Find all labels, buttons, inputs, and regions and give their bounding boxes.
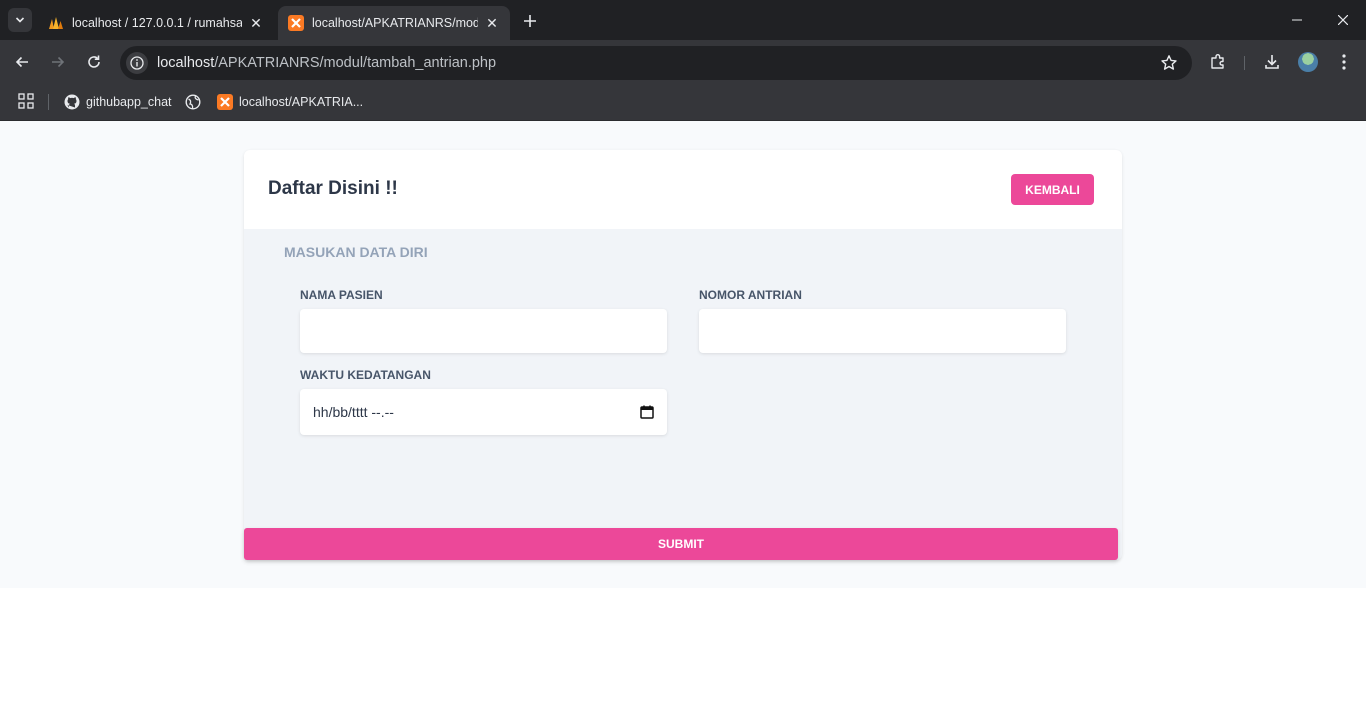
address-bar[interactable]: localhost/APKATRIANRS/modul/tambah_antri… bbox=[120, 46, 1192, 80]
back-button[interactable] bbox=[10, 50, 34, 74]
plus-icon bbox=[524, 15, 536, 27]
phpmyadmin-icon bbox=[48, 15, 64, 31]
download-icon[interactable] bbox=[1261, 51, 1283, 73]
page-title: Daftar Disini !! bbox=[268, 178, 398, 199]
tab-strip: localhost / 127.0.0.1 / rumahsakit ✕ loc… bbox=[0, 0, 1366, 40]
tab-tambah-antrian[interactable]: localhost/APKATRIANRS/modul/tambah_antri… bbox=[278, 6, 510, 40]
nomor-antrian-label: NOMOR ANTRIAN bbox=[699, 288, 802, 302]
close-icon bbox=[1338, 15, 1348, 25]
bookmark-star-icon[interactable] bbox=[1160, 54, 1178, 72]
close-icon[interactable]: ✕ bbox=[248, 15, 264, 31]
waktu-kedatangan-label: WAKTU KEDATANGAN bbox=[300, 368, 431, 382]
card-header: Daftar Disini !! KEMBALI bbox=[244, 150, 1122, 229]
bookmark-localhost-apkatria[interactable]: localhost/APKATRIA... bbox=[217, 90, 363, 114]
page-viewport: Daftar Disini !! KEMBALI MASUKAN DATA DI… bbox=[0, 121, 1366, 720]
globe-icon bbox=[185, 94, 201, 110]
kembali-button[interactable]: KEMBALI bbox=[1011, 174, 1094, 205]
bookmarks-bar: githubapp_chat localhost/APKATRIA... bbox=[0, 84, 1366, 121]
apps-grid-icon[interactable] bbox=[18, 93, 34, 109]
tab-title: localhost/APKATRIANRS/modul/tambah_antri… bbox=[312, 16, 478, 30]
toolbar-divider bbox=[1244, 56, 1245, 70]
tab-phpmyadmin[interactable]: localhost / 127.0.0.1 / rumahsakit ✕ bbox=[38, 6, 274, 40]
tab-title: localhost / 127.0.0.1 / rumahsakit bbox=[72, 16, 242, 30]
site-info-icon[interactable] bbox=[126, 52, 148, 74]
bookmark-label: githubapp_chat bbox=[86, 95, 172, 109]
chevron-down-icon bbox=[15, 17, 25, 23]
bookmarks-divider bbox=[48, 94, 49, 110]
nomor-antrian-input[interactable] bbox=[699, 309, 1066, 353]
new-tab-button[interactable] bbox=[518, 9, 542, 33]
bookmark-label: localhost/APKATRIA... bbox=[239, 95, 364, 109]
datetime-placeholder: hh/bb/tttt --.-- bbox=[313, 404, 394, 420]
forward-button[interactable] bbox=[46, 50, 70, 74]
submit-button[interactable]: SUBMIT bbox=[244, 528, 1118, 560]
section-title: MASUKAN DATA DIRI bbox=[284, 244, 428, 260]
more-menu-icon[interactable] bbox=[1333, 51, 1355, 73]
arrow-right-icon bbox=[52, 56, 65, 68]
browser-toolbar: localhost/APKATRIANRS/modul/tambah_antri… bbox=[0, 40, 1366, 84]
calendar-icon[interactable] bbox=[640, 405, 654, 419]
profile-avatar[interactable] bbox=[1298, 52, 1318, 72]
minimize-button[interactable] bbox=[1274, 6, 1320, 34]
bookmark-globe[interactable] bbox=[185, 90, 207, 114]
tab-search-button[interactable] bbox=[8, 8, 32, 32]
xampp-icon bbox=[288, 15, 304, 31]
arrow-left-icon bbox=[15, 56, 28, 68]
reload-icon bbox=[88, 55, 100, 68]
registration-card: Daftar Disini !! KEMBALI MASUKAN DATA DI… bbox=[244, 150, 1122, 560]
url-text: localhost/APKATRIANRS/modul/tambah_antri… bbox=[157, 55, 496, 71]
close-window-button[interactable] bbox=[1320, 6, 1366, 34]
reload-button[interactable] bbox=[82, 50, 106, 74]
url-path: /APKATRIANRS/modul/tambah_antrian.php bbox=[214, 55, 497, 71]
nama-pasien-input[interactable] bbox=[300, 309, 667, 353]
extensions-icon[interactable] bbox=[1207, 51, 1229, 73]
waktu-kedatangan-input[interactable]: hh/bb/tttt --.-- bbox=[300, 389, 667, 435]
bookmark-githubapp-chat[interactable]: githubapp_chat bbox=[64, 90, 172, 114]
github-icon bbox=[64, 94, 80, 110]
minimize-icon bbox=[1292, 19, 1302, 21]
xampp-icon bbox=[217, 94, 233, 110]
nama-pasien-label: NAMA PASIEN bbox=[300, 288, 383, 302]
url-host: localhost bbox=[157, 55, 215, 71]
close-icon[interactable]: ✕ bbox=[484, 15, 500, 31]
